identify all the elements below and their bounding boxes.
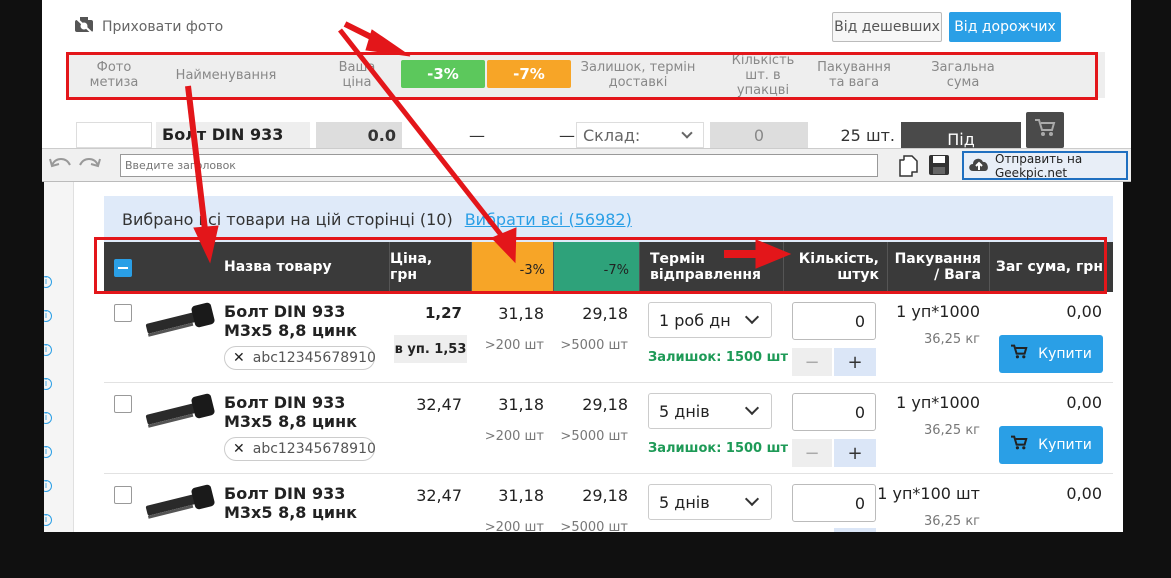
arrow-head	[193, 225, 219, 264]
arrow-head	[365, 29, 411, 57]
arrow-head	[491, 227, 517, 264]
arrow-head	[755, 239, 792, 269]
arrow-line	[338, 28, 507, 242]
annotation-arrows	[185, 21, 792, 269]
arrow-line	[185, 85, 208, 231]
